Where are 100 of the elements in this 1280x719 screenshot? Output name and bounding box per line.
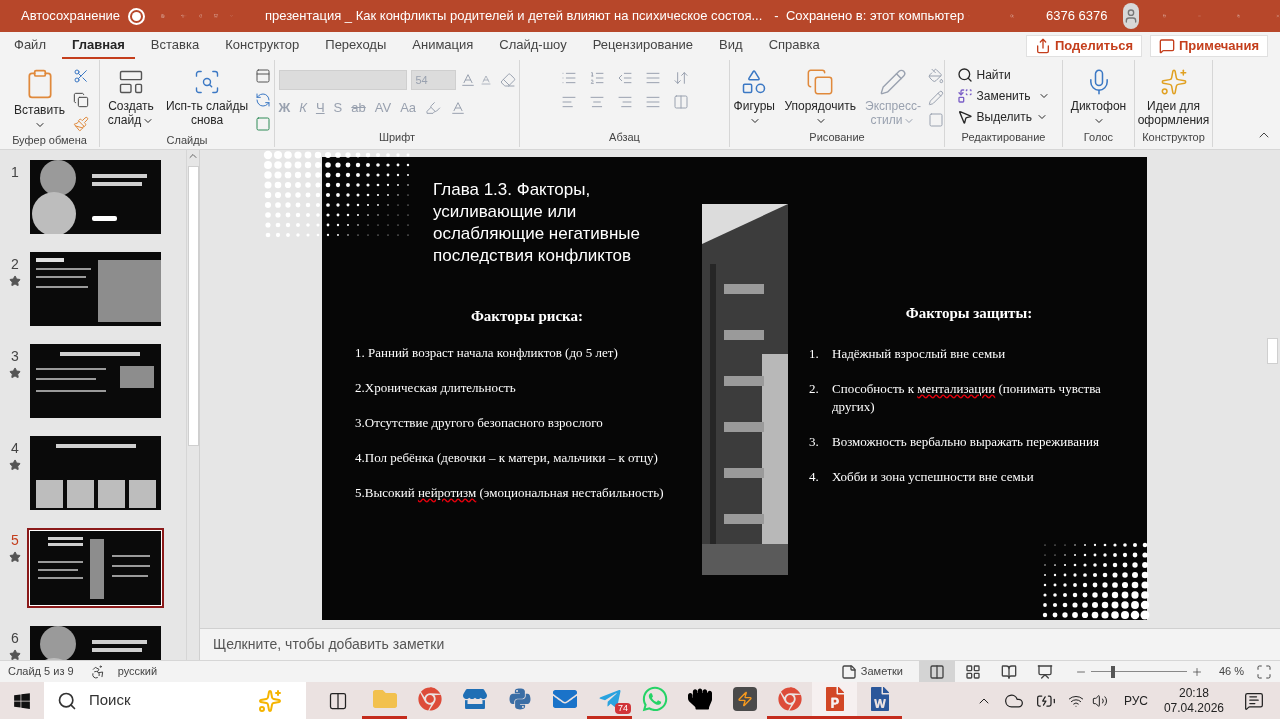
slide-thumbnail[interactable] (30, 252, 161, 326)
search-field[interactable]: Поиск (44, 682, 306, 719)
list-number: 4. (809, 467, 820, 486)
zoom-in-icon[interactable] (1190, 665, 1203, 678)
sorter-view-icon (964, 663, 981, 680)
sparkle-icon (1159, 68, 1188, 96)
python-icon[interactable] (507, 687, 532, 711)
ribbon-tab[interactable]: Рецензирование (582, 33, 704, 59)
user-name: 6376 6376 (1046, 7, 1108, 26)
ribbon-tab[interactable]: Слайд-шоу (489, 33, 577, 59)
fill-icon[interactable] (928, 68, 944, 84)
list-item: 4.Пол ребёнка (девочки – к матери, мальчики – к отцу) (355, 448, 659, 467)
replace-icon (956, 88, 973, 104)
line-spacing-icon[interactable] (644, 70, 661, 86)
clear-format-icon[interactable] (499, 72, 516, 88)
slide-thumbnail[interactable] (30, 436, 161, 510)
zoom-reading[interactable]: 46 % (1218, 663, 1244, 680)
ribbon-tab[interactable]: Главная (61, 33, 135, 59)
columns-icon[interactable] (672, 94, 689, 110)
copy-icon[interactable] (72, 92, 89, 108)
highlight-icon[interactable] (425, 99, 442, 116)
slide-thumbnail[interactable] (30, 344, 161, 418)
slide-number: 6 (11, 629, 19, 648)
comments-button[interactable]: Примечания (1150, 35, 1268, 57)
group-label: Рисование (808, 130, 866, 145)
group-label: Голос (1082, 130, 1115, 145)
font-color-icon[interactable] (450, 99, 467, 116)
volume-icon[interactable] (1091, 692, 1108, 709)
slide-number: 4 (11, 439, 19, 458)
task-view-icon[interactable] (328, 690, 348, 711)
column-heading: Факторы защиты: (904, 304, 1034, 323)
reuse-slides-button[interactable]: Исп-ть слайды снова (163, 64, 251, 127)
ribbon-tab[interactable]: Вставка (140, 33, 210, 59)
shrink-font-icon[interactable] (479, 74, 492, 86)
browser-icon[interactable] (777, 687, 802, 711)
design-ideas-button[interactable]: Идеи для оформления (1135, 64, 1212, 127)
ribbon-tab[interactable]: Переходы (315, 33, 397, 59)
ribbon-tab[interactable]: Файл (4, 33, 56, 59)
indent-icon[interactable] (616, 70, 633, 86)
share-button[interactable]: Поделиться (1025, 35, 1142, 57)
align-right-icon[interactable] (616, 94, 633, 110)
list-number: 1. (809, 344, 820, 363)
slide-thumbnail[interactable] (30, 160, 161, 234)
fit-slide-icon[interactable] (1256, 663, 1272, 680)
magnifier-icon (193, 68, 221, 96)
zoom-slider[interactable] (1090, 665, 1187, 678)
replace-button[interactable]: Заменить (956, 87, 1051, 105)
slide-thumbnail[interactable] (27, 528, 164, 608)
ribbon-tab[interactable]: Конструктор (215, 33, 310, 59)
find-button[interactable]: Найти (956, 66, 1051, 84)
justify-icon[interactable] (644, 94, 661, 110)
taskbar-app-button[interactable]: 74 (587, 682, 632, 719)
slide-layout-icon (117, 68, 145, 96)
keyboard-language[interactable]: РУС (1123, 691, 1148, 710)
select-button[interactable]: Выделить (956, 108, 1051, 126)
format-painter-icon[interactable] (72, 116, 89, 132)
view-button[interactable] (918, 660, 955, 683)
section-icon[interactable] (255, 116, 271, 132)
start-icon[interactable] (13, 691, 31, 710)
accessibility-icon[interactable] (89, 663, 106, 680)
outline-icon[interactable] (928, 90, 944, 106)
ribbon-tab[interactable]: Справка (758, 33, 830, 59)
list-item: Возможность вербально выражать переживания (832, 432, 1100, 451)
autosave-toggle[interactable] (128, 7, 146, 25)
clock-time[interactable]: 20:18 (1178, 685, 1209, 701)
sparkle-icon (258, 688, 282, 713)
store-icon[interactable] (462, 687, 487, 711)
clock-date[interactable]: 07.04.2026 (1163, 700, 1224, 716)
notifications-icon[interactable] (1244, 690, 1264, 711)
font-name-field[interactable] (278, 70, 407, 90)
chat-bubble-icon[interactable] (640, 685, 669, 713)
numbering-icon[interactable] (588, 70, 605, 86)
ribbon-tab[interactable]: Анимация (402, 33, 484, 59)
language-label[interactable]: русский (117, 663, 158, 680)
cursor-icon (956, 109, 973, 125)
effects-icon[interactable] (928, 112, 944, 128)
scrollbar[interactable] (186, 150, 199, 660)
paste-button[interactable]: Вставить (10, 64, 69, 131)
browser-icon[interactable] (417, 687, 442, 711)
notes-button[interactable]: Заметки (840, 663, 903, 680)
ribbon-tab[interactable]: Вид (709, 33, 753, 59)
reset-icon[interactable] (255, 92, 271, 108)
comment-icon (1159, 38, 1175, 54)
cut-icon[interactable] (72, 68, 89, 84)
align-center-icon[interactable] (588, 94, 605, 110)
shapes-button[interactable]: Фигуры (730, 64, 779, 127)
notes-icon (840, 663, 857, 680)
align-left-icon[interactable] (560, 94, 577, 110)
dictate-button[interactable]: Диктофон (1066, 64, 1131, 127)
pencil-icon (878, 68, 907, 96)
search-placeholder: Поиск (89, 690, 131, 711)
fist-icon[interactable] (687, 687, 712, 711)
grow-font-icon[interactable] (459, 72, 476, 88)
arrange-button[interactable]: Упорядочить (782, 64, 858, 127)
text-direction-icon[interactable] (672, 70, 689, 86)
new-slide-button[interactable]: Создать слайд (103, 64, 159, 127)
mail-icon[interactable] (552, 687, 577, 711)
notes-placeholder[interactable]: Щелкните, чтобы добавить заметки (213, 634, 445, 655)
layout-icon[interactable] (255, 68, 271, 84)
group-label: Конструктор (1141, 130, 1206, 145)
